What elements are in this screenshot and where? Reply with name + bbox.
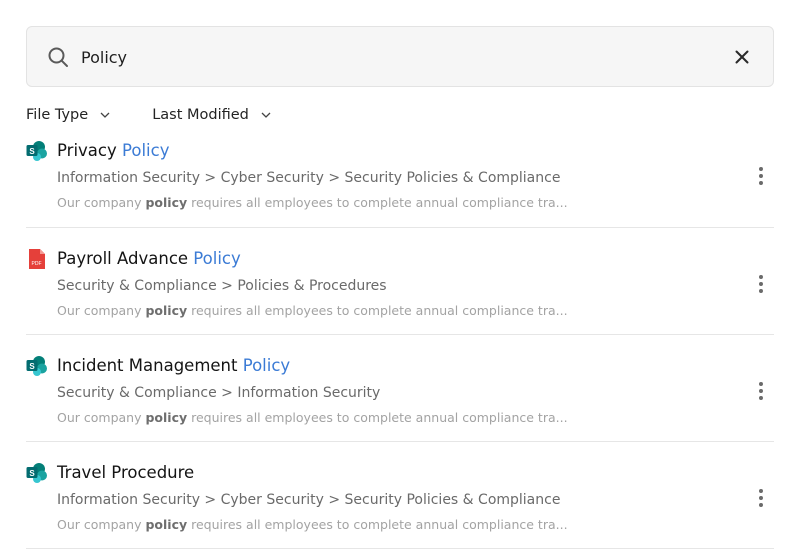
results-list: S Privacy Policy Information Security > … — [26, 120, 774, 549]
search-bar — [26, 26, 774, 87]
result-path: Information Security > Cyber Security > … — [57, 492, 561, 508]
snippet-text: requires all employees to complete annua… — [187, 303, 568, 318]
clear-search-button[interactable] — [729, 44, 755, 70]
title-text: Privacy — [57, 141, 122, 160]
more-options-button[interactable] — [752, 486, 770, 510]
svg-text:S: S — [29, 469, 35, 478]
more-dot — [759, 396, 763, 400]
more-options-button[interactable] — [752, 379, 770, 403]
title-text: Travel Procedure — [57, 463, 195, 482]
title-highlight: Policy — [122, 141, 170, 160]
search-input[interactable] — [81, 43, 681, 71]
more-dot — [759, 289, 763, 293]
pdf-icon: PDF — [29, 249, 45, 269]
more-dot — [759, 503, 763, 507]
search-icon — [48, 47, 68, 67]
chevron-down-icon — [100, 112, 110, 118]
svg-text:PDF: PDF — [32, 261, 42, 267]
snippet-text: requires all employees to complete annua… — [187, 195, 568, 210]
more-options-button[interactable] — [752, 272, 770, 296]
sharepoint-icon: S — [26, 141, 47, 161]
snippet-text: Our company — [57, 517, 146, 532]
result-title[interactable]: Incident Management Policy — [57, 356, 290, 375]
chevron-down-icon — [261, 112, 271, 118]
title-text: Incident Management — [57, 356, 243, 375]
close-icon — [735, 50, 749, 64]
sharepoint-icon: S — [26, 356, 47, 376]
result-title[interactable]: Payroll Advance Policy — [57, 249, 241, 268]
snippet-text: requires all employees to complete annua… — [187, 517, 568, 532]
title-highlight: Policy — [242, 356, 291, 375]
result-title[interactable]: Travel Procedure — [57, 463, 194, 482]
result-snippet: Our company policy requires all employee… — [57, 410, 568, 425]
more-dot — [759, 389, 763, 393]
title-text: Payroll Advance — [57, 249, 194, 268]
svg-text:S: S — [29, 362, 35, 371]
snippet-highlight: policy — [145, 410, 188, 425]
more-options-button[interactable] — [752, 164, 770, 188]
title-highlight: Policy — [193, 249, 241, 268]
result-snippet: Our company policy requires all employee… — [57, 517, 568, 532]
snippet-highlight: policy — [145, 303, 188, 318]
result-title[interactable]: Privacy Policy — [57, 141, 169, 160]
result-item[interactable]: S Incident Management Policy Security & … — [26, 335, 774, 442]
more-dot — [759, 174, 763, 178]
result-item[interactable]: PDF Payroll Advance Policy Security & Co… — [26, 228, 774, 335]
svg-text:S: S — [29, 147, 35, 156]
result-path: Security & Compliance > Policies & Proce… — [57, 278, 387, 294]
snippet-highlight: policy — [145, 517, 188, 532]
more-dot — [759, 489, 763, 493]
snippet-text: requires all employees to complete annua… — [187, 410, 568, 425]
snippet-text: Our company — [57, 303, 146, 318]
snippet-text: Our company — [57, 195, 146, 210]
snippet-text: Our company — [57, 410, 146, 425]
result-snippet: Our company policy requires all employee… — [57, 303, 568, 318]
sharepoint-icon: S — [26, 463, 47, 483]
more-dot — [759, 382, 763, 386]
search-results-page: File Type Last Modified S Privacy Policy… — [0, 0, 800, 560]
result-path: Security & Compliance > Information Secu… — [57, 385, 381, 401]
result-path: Information Security > Cyber Security > … — [57, 170, 561, 186]
more-dot — [759, 282, 763, 286]
more-dot — [759, 496, 763, 500]
result-item[interactable]: S Travel Procedure Information Security … — [26, 442, 774, 549]
more-dot — [759, 275, 763, 279]
more-dot — [759, 167, 763, 171]
result-snippet: Our company policy requires all employee… — [57, 195, 568, 210]
more-dot — [759, 181, 763, 185]
snippet-highlight: policy — [145, 195, 188, 210]
result-item[interactable]: S Privacy Policy Information Security > … — [26, 120, 774, 228]
